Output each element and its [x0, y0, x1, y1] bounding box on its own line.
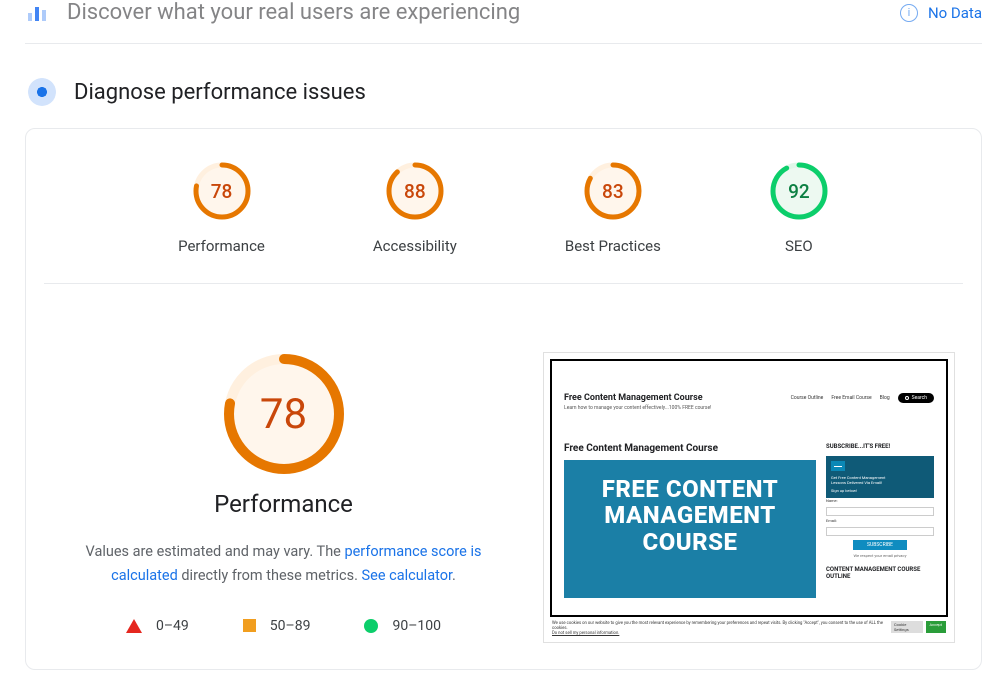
performance-description: Values are estimated and may vary. The p… [74, 540, 494, 588]
gauge-ring-best-practices: 83 [583, 161, 643, 221]
shot-cookie-accept: Accept [926, 621, 946, 633]
gauge-label-accessibility: Accessibility [373, 237, 457, 255]
page-screenshot: Free Content Management Course Learn how… [543, 352, 955, 643]
bars-icon [25, 1, 49, 25]
shot-privacy: We respect your email privacy [826, 553, 934, 558]
pulse-icon [28, 78, 56, 106]
envelope-icon [831, 461, 845, 471]
gauge-performance[interactable]: 78 Performance [178, 161, 265, 255]
diagnose-card: 78 Performance 88 Accessibility 83 [25, 128, 982, 670]
no-data-text: No Data [928, 4, 982, 22]
shot-subscribe-btn: SUBSCRIBE [853, 540, 907, 550]
shot-subtitle: Learn how to manage your content effecti… [564, 405, 711, 411]
info-icon: i [900, 4, 918, 22]
shot-side-title: SUBSCRIBE...IT'S FREE! [826, 443, 934, 450]
search-icon [905, 396, 909, 400]
diagnose-title: Diagnose performance issues [74, 80, 366, 105]
legend-orange: 50–89 [243, 618, 311, 634]
legend-red: 0–49 [126, 618, 189, 634]
legend-green: 90–100 [364, 618, 441, 634]
square-orange-icon [243, 619, 256, 632]
shot-search-pill: Search [898, 393, 934, 403]
gauge-accessibility[interactable]: 88 Accessibility [373, 161, 457, 255]
gauge-seo[interactable]: 92 SEO [769, 161, 829, 255]
shot-cookie-bar: We use cookies on our website to give yo… [552, 621, 946, 636]
shot-side-box: Get Free Content Management Lessons Deli… [826, 456, 934, 498]
shot-email-field [826, 527, 934, 536]
performance-detail: 78 Performance Values are estimated and … [56, 352, 511, 643]
shot-name-field [826, 507, 934, 516]
shot-main-heading: Free Content Management Course [564, 443, 816, 454]
score-gauges: 78 Performance 88 Accessibility 83 [44, 155, 963, 284]
see-calculator-link[interactable]: See calculator [362, 567, 453, 584]
score-legend: 0–49 50–89 90–100 [126, 618, 441, 634]
discover-title: Discover what your real users are experi… [67, 0, 520, 25]
shot-outline: CONTENT MANAGEMENT COURSE OUTLINE [826, 567, 934, 581]
performance-large-ring: 78 [222, 352, 346, 476]
shot-cookie-settings: Cookie Settings [891, 621, 922, 633]
shot-title: Free Content Management Course [564, 393, 711, 403]
triangle-red-icon [126, 619, 142, 633]
performance-detail-title: Performance [214, 490, 353, 518]
gauge-ring-performance: 78 [192, 161, 252, 221]
gauge-label-seo: SEO [785, 237, 813, 255]
circle-green-icon [364, 619, 378, 633]
gauge-label-best-practices: Best Practices [565, 237, 661, 255]
no-data-indicator[interactable]: i No Data [900, 4, 982, 22]
shot-nav: Course Outline Free Email Course Blog Se… [791, 393, 934, 403]
diagnose-section-header: Diagnose performance issues [25, 78, 982, 106]
shot-hero: FREE CONTENT MANAGEMENT COURSE [564, 460, 816, 598]
discover-section-header: Discover what your real users are experi… [25, 0, 982, 44]
gauge-ring-accessibility: 88 [385, 161, 445, 221]
gauge-label-performance: Performance [178, 237, 265, 255]
gauge-ring-seo: 92 [769, 161, 829, 221]
gauge-best-practices[interactable]: 83 Best Practices [565, 161, 661, 255]
